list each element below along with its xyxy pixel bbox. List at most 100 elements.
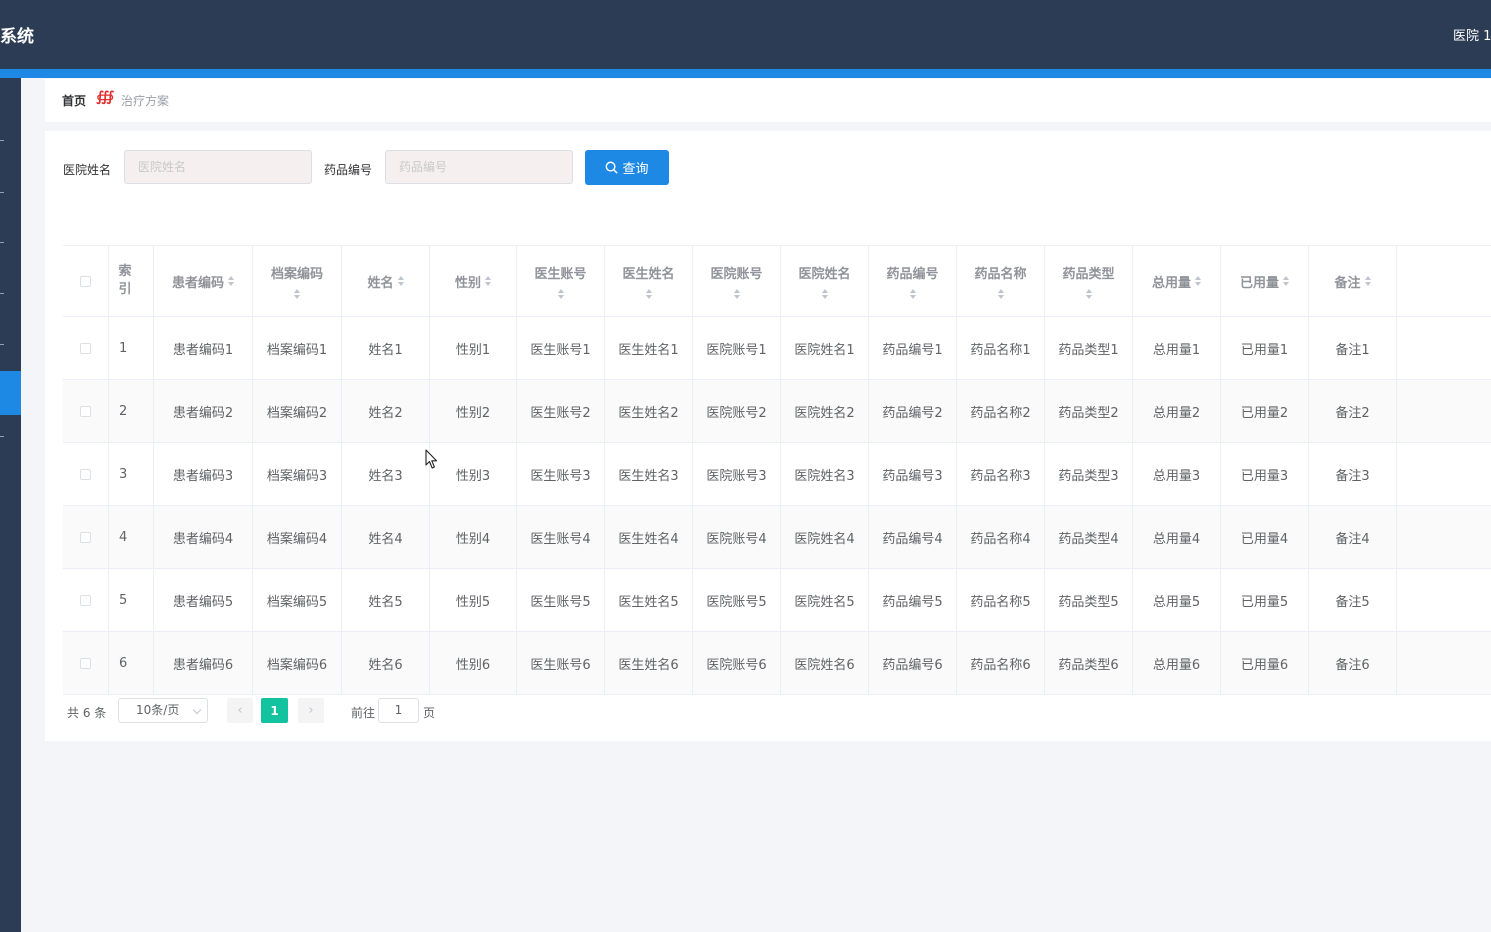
sort-caret-icon[interactable]	[1195, 276, 1201, 286]
drug-code-input[interactable]	[385, 150, 573, 184]
sort-caret-icon[interactable]	[397, 276, 404, 286]
sidebar-item-active[interactable]	[0, 371, 21, 415]
table-cell: 性别2	[430, 380, 517, 442]
sort-caret-icon[interactable]	[228, 276, 234, 286]
sidebar-item[interactable]	[0, 293, 4, 294]
table-body: 1 患者编码1 档案编码1 姓名1 性别1 医生账号1 医生姓名1 医院账号1 医院姓名1 药品编…	[63, 317, 1491, 695]
column-header-doctor-name[interactable]: 医生姓名	[605, 246, 693, 316]
row-checkbox[interactable]	[80, 531, 91, 543]
table-cell: 医院账号5	[693, 569, 781, 631]
table-row[interactable]: 2 患者编码2 档案编码2 姓名2 性别2 医生账号2 医生姓名2 医院账号2 医院姓名2 药品编…	[63, 380, 1491, 443]
table-cell: 医生姓名1	[605, 317, 693, 379]
column-header-hospital-account[interactable]: 医院账号	[693, 246, 781, 316]
sidebar-item[interactable]	[0, 192, 4, 193]
column-header-label: 总用量	[1151, 275, 1191, 291]
sidebar-item[interactable]	[0, 344, 4, 345]
row-checkbox[interactable]	[80, 594, 91, 606]
sort-caret-icon[interactable]	[1364, 276, 1371, 286]
table-cell: 医生账号3	[517, 443, 605, 505]
table-cell: 药品类型5	[1045, 569, 1133, 631]
sort-caret-icon[interactable]	[1085, 289, 1092, 299]
table-cell: 已用量2	[1221, 380, 1309, 442]
breadcrumb: 首页 ∰ 治疗方案	[45, 79, 1491, 122]
table-cell: 已用量6	[1221, 632, 1309, 694]
table-cell: 医生姓名6	[605, 632, 693, 694]
row-checkbox[interactable]	[80, 657, 91, 669]
table-cell: 性别3	[430, 443, 517, 505]
column-header-label: 姓名	[367, 275, 394, 291]
sort-caret-icon[interactable]	[485, 276, 491, 286]
column-header-remark[interactable]: 备注	[1309, 246, 1397, 316]
column-header-drug-type[interactable]: 药品类型	[1045, 246, 1133, 316]
drug-code-label: 药品编号	[324, 163, 373, 177]
breadcrumb-separator-icon: ∰	[96, 89, 115, 105]
column-header-drug-name[interactable]: 药品名称	[957, 246, 1045, 316]
column-header-total[interactable]: 总用量	[1133, 246, 1221, 316]
top-header: 系统 医院 1	[0, 0, 1491, 69]
table-row[interactable]: 1 患者编码1 档案编码1 姓名1 性别1 医生账号1 医生姓名1 医院账号1 医院姓名1 药品编…	[63, 317, 1491, 380]
sort-caret-icon[interactable]	[909, 289, 916, 299]
column-header-content: 已用量	[1240, 272, 1289, 291]
table-cell: 6	[109, 632, 154, 694]
table-cell: 总用量6	[1133, 632, 1221, 694]
row-checkbox[interactable]	[80, 342, 91, 354]
next-page-button[interactable]: ›	[298, 698, 324, 723]
column-header-used[interactable]: 已用量	[1221, 246, 1309, 316]
sort-caret-icon[interactable]	[997, 289, 1004, 299]
prev-page-button[interactable]: ‹	[227, 698, 253, 723]
table-cell: 药品类型3	[1045, 443, 1133, 505]
breadcrumb-home[interactable]: 首页	[62, 92, 86, 109]
select-all-checkbox[interactable]	[80, 275, 91, 287]
table-cell: 药品编号1	[869, 317, 957, 379]
column-header-index: 索引	[109, 246, 154, 316]
column-header-archive-code[interactable]: 档案编码	[253, 246, 342, 316]
column-header-content: 性别	[455, 272, 491, 291]
table-cell: 医生账号6	[517, 632, 605, 694]
table-cell: 药品名称4	[957, 506, 1045, 568]
page-size-select[interactable]: 10条/页	[118, 698, 208, 723]
sort-caret-icon[interactable]	[733, 289, 740, 299]
row-checkbox[interactable]	[80, 468, 91, 480]
query-button[interactable]: 查询	[585, 150, 669, 185]
row-select-cell	[63, 380, 109, 442]
column-header-gender[interactable]: 性别	[430, 246, 517, 316]
sidebar-item[interactable]	[0, 242, 4, 243]
sort-caret-icon[interactable]	[821, 289, 828, 299]
sidebar-item[interactable]	[0, 140, 4, 141]
column-header-drug-code[interactable]: 药品编号	[869, 246, 957, 316]
column-header-doctor-account[interactable]: 医生账号	[517, 246, 605, 316]
sort-caret-icon[interactable]	[1283, 276, 1289, 286]
sidebar-item[interactable]	[0, 436, 4, 437]
table-cell: 药品类型6	[1045, 632, 1133, 694]
sort-caret-icon[interactable]	[557, 289, 564, 299]
table-row[interactable]: 4 患者编码4 档案编码4 姓名4 性别4 医生账号4 医生姓名4 医院账号4 医院姓名4 药品编…	[63, 506, 1491, 569]
table-cell: 医生账号1	[517, 317, 605, 379]
table-cell: 患者编码6	[154, 632, 253, 694]
column-header-hospital-name[interactable]: 医院姓名	[781, 246, 869, 316]
table-cell: 医院账号4	[693, 506, 781, 568]
column-header-label: 索引	[118, 264, 132, 297]
table-cell: 总用量1	[1133, 317, 1221, 379]
table-cell: 药品类型2	[1045, 380, 1133, 442]
hospital-name-input[interactable]	[124, 150, 312, 184]
table-cell: 姓名3	[342, 443, 430, 505]
sort-caret-icon[interactable]	[645, 289, 652, 299]
row-checkbox[interactable]	[80, 405, 91, 417]
table-cell: 药品编号2	[869, 380, 957, 442]
page-number-active[interactable]: 1	[261, 698, 288, 723]
table-row[interactable]: 3 患者编码3 档案编码3 姓名3 性别3 医生账号3 医生姓名3 医院账号3 医院姓名3 药品编…	[63, 443, 1491, 506]
user-name[interactable]: 医院 1	[1453, 25, 1491, 44]
column-header-patient-code[interactable]: 患者编码	[154, 246, 253, 316]
table-row[interactable]: 5 患者编码5 档案编码5 姓名5 性别5 医生账号5 医生姓名5 医院账号5 医院姓名5 药品编…	[63, 569, 1491, 632]
row-select-cell	[63, 569, 109, 631]
column-header-label: 医院账号	[710, 267, 763, 282]
header-accent-bar	[0, 69, 1491, 78]
sort-caret-icon[interactable]	[294, 289, 300, 299]
table-row[interactable]: 6 患者编码6 档案编码6 姓名6 性别6 医生账号6 医生姓名6 医院账号6 医院姓名6 药品编…	[63, 632, 1491, 695]
goto-page-input[interactable]: 1	[378, 698, 419, 723]
table-cell: 医院账号1	[693, 317, 781, 379]
column-header-name[interactable]: 姓名	[342, 246, 430, 316]
table-cell: 4	[109, 506, 154, 568]
table-cell: 备注1	[1309, 317, 1397, 379]
table-cell: 患者编码4	[154, 506, 253, 568]
